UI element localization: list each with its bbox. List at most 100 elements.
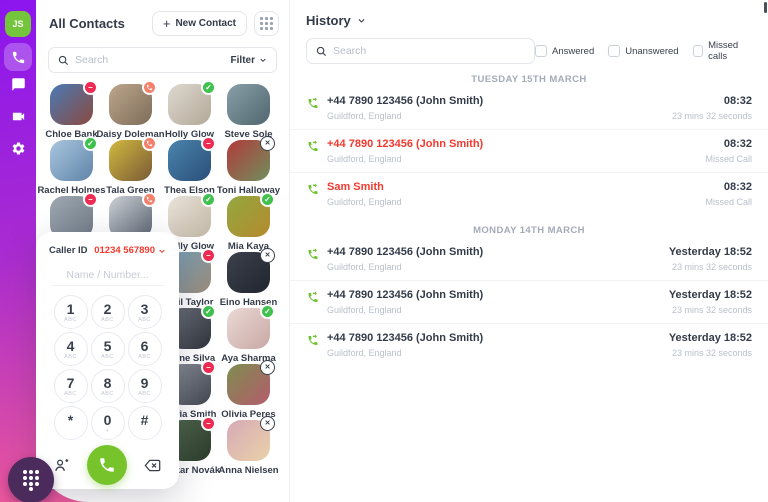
keypad-key-#[interactable]: #: [128, 406, 162, 440]
dial-keypad: 1ABC2ABC3ABC4ABC5ABC6ABC7ABC8ABC9ABC*0+#: [36, 295, 179, 440]
call-detail: 23 mins 32 seconds: [669, 305, 752, 315]
contact-avatar: [109, 84, 152, 125]
keypad-key-8[interactable]: 8ABC: [91, 369, 125, 403]
dialer-panel: Caller ID 01234 567890 1ABC2ABC3ABC4ABC5…: [36, 232, 179, 489]
keypad-key-0[interactable]: 0+: [91, 406, 125, 440]
filter-label: Missed calls: [708, 40, 752, 62]
status-badge-check-icon: ✓: [201, 80, 216, 95]
keypad-key-1[interactable]: 1ABC: [54, 295, 88, 329]
keypad-key-digit: 0: [104, 413, 112, 427]
dialpad-toggle-button[interactable]: [8, 457, 54, 502]
keypad-key-digit: 4: [67, 339, 75, 353]
call-history-list: TUESDAY 15TH MARCH +44 7890 123456 (John …: [290, 74, 768, 366]
user-avatar[interactable]: JS: [5, 11, 31, 37]
call-filters: Answered Unanswered Missed calls: [535, 40, 752, 62]
contact-avatar: ✓: [168, 196, 211, 237]
sidebar: JS: [0, 0, 36, 502]
call-location: Guildford, England: [327, 262, 669, 272]
filter-dropdown[interactable]: Filter: [231, 55, 267, 66]
phone-icon: [98, 456, 116, 474]
status-badge-minus-icon: –: [201, 136, 216, 151]
keypad-key-5[interactable]: 5ABC: [91, 332, 125, 366]
keypad-key-6[interactable]: 6ABC: [128, 332, 162, 366]
status-badge-check-icon: ✓: [201, 304, 216, 319]
contact-card[interactable]: ✕Eino Hansen: [219, 252, 278, 308]
contact-card[interactable]: ✕Toni Halloway: [219, 140, 278, 196]
status-badge-minus-icon: –: [201, 360, 216, 375]
call-detail: 23 mins 32 seconds: [672, 111, 752, 121]
call-time: 08:32: [705, 138, 752, 150]
scrollbar-thumb[interactable]: [764, 2, 767, 13]
contact-card[interactable]: ✓Rachel Holmes: [42, 140, 101, 196]
keypad-key-digit: 7: [67, 376, 75, 390]
contact-card[interactable]: Daisy Doleman: [101, 84, 160, 140]
call-button[interactable]: [87, 445, 127, 485]
contact-avatar: ✕: [227, 420, 270, 461]
keypad-key-*[interactable]: *: [54, 406, 88, 440]
call-direction-phone-icon: [306, 140, 319, 153]
contact-card[interactable]: ✓Holly Glow: [160, 84, 219, 140]
keypad-key-7[interactable]: 7ABC: [54, 369, 88, 403]
chevron-down-icon: [259, 56, 267, 64]
contact-card[interactable]: Steve Sole: [219, 84, 278, 140]
call-time: 08:32: [705, 181, 752, 193]
contact-avatar: [109, 140, 152, 181]
keypad-key-2[interactable]: 2ABC: [91, 295, 125, 329]
history-search-input[interactable]: [333, 45, 525, 57]
call-row[interactable]: +44 7890 123456 (John Smith) Guildford, E…: [290, 323, 768, 366]
date-header: MONDAY 14TH MARCH: [290, 225, 768, 236]
filter-checkbox-missed-calls[interactable]: Missed calls: [693, 40, 752, 62]
call-row[interactable]: +44 7890 123456 (John Smith)Guildford, E…: [290, 280, 768, 323]
filter-checkbox-answered[interactable]: Answered: [535, 45, 594, 57]
call-name: +44 7890 123456 (John Smith): [327, 95, 672, 107]
status-badge-phone-icon: [142, 80, 157, 95]
keypad-key-sublabel: ABC: [64, 317, 77, 323]
keypad-key-9[interactable]: 9ABC: [128, 369, 162, 403]
call-row[interactable]: +44 7890 123456 (John Smith) Guildford, E…: [290, 87, 768, 129]
history-chevron-down-icon[interactable]: [357, 16, 366, 25]
video-icon[interactable]: [11, 109, 26, 124]
keypad-key-4[interactable]: 4ABC: [54, 332, 88, 366]
call-time: Yesterday 18:52: [669, 289, 752, 301]
status-badge-minus-icon: –: [201, 416, 216, 431]
status-badge-x-icon: ✕: [260, 248, 275, 263]
chat-icon[interactable]: [11, 77, 26, 92]
call-location: Guildford, England: [327, 111, 672, 121]
history-search-bar: [306, 38, 535, 64]
settings-gear-icon[interactable]: [11, 141, 26, 156]
contact-card[interactable]: –Chloe Bank: [42, 84, 101, 140]
call-name: +44 7890 123456 (John Smith): [327, 332, 669, 344]
contact-card[interactable]: ✓Mia Kaya: [219, 196, 278, 252]
dial-number-input[interactable]: [52, 269, 164, 286]
contact-card[interactable]: ✕Olivia Peres: [219, 364, 278, 420]
contact-card[interactable]: ✕Anna Nielsen: [219, 420, 278, 476]
call-location: Guildford, England: [327, 348, 669, 358]
call-name: +44 7890 123456 (John Smith): [327, 289, 669, 301]
contact-card[interactable]: Tala Green: [101, 140, 160, 196]
call-row[interactable]: Sam SmithGuildford, England08:32Missed C…: [290, 172, 768, 215]
add-contact-button[interactable]: [53, 457, 70, 474]
call-direction-phone-icon: [306, 291, 319, 304]
new-contact-button[interactable]: + New Contact: [152, 11, 247, 36]
filter-label: Filter: [231, 55, 255, 66]
filter-label: Answered: [552, 46, 594, 57]
filter-checkbox-unanswered[interactable]: Unanswered: [608, 45, 678, 57]
grid-view-button[interactable]: [254, 11, 279, 36]
call-row[interactable]: +44 7890 123456 (John Smith) Guildford, E…: [290, 238, 768, 280]
caller-id-selector[interactable]: 01234 567890: [94, 245, 166, 256]
contacts-search-input[interactable]: [75, 54, 225, 66]
search-icon: [316, 46, 327, 57]
call-name: +44 7890 123456 (John Smith): [327, 246, 669, 258]
call-time: 08:32: [672, 95, 752, 107]
contact-card[interactable]: ✓Aya Sharma: [219, 308, 278, 364]
date-header: TUESDAY 15TH MARCH: [290, 74, 768, 85]
call-meta: Yesterday 18:52 23 mins 32 seconds: [669, 289, 752, 315]
call-row[interactable]: +44 7890 123456 (John Smith)Guildford, E…: [290, 129, 768, 172]
backspace-button[interactable]: [143, 456, 162, 475]
contact-card[interactable]: –Thea Elson: [160, 140, 219, 196]
keypad-key-digit: #: [141, 413, 149, 427]
keypad-key-3[interactable]: 3ABC: [128, 295, 162, 329]
sidebar-item-phone[interactable]: [4, 43, 32, 71]
chevron-down-icon: [158, 247, 166, 255]
caller-id-value: 01234 567890: [94, 245, 155, 256]
